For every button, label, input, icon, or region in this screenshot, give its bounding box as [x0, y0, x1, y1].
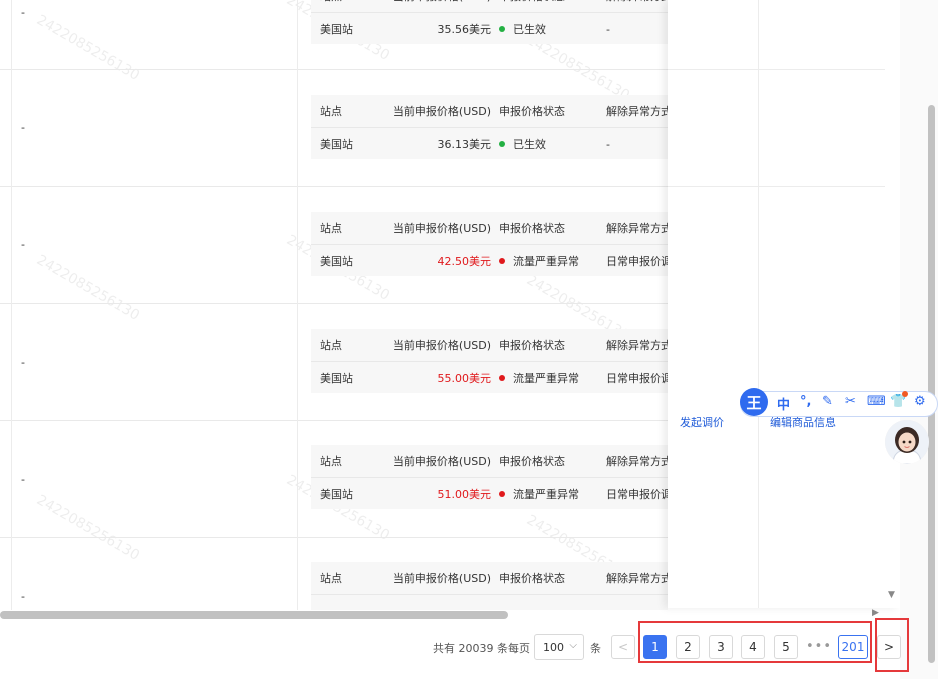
sub-header-status: 申报价格状态 — [499, 339, 565, 352]
ime-punct-icon[interactable]: °, — [800, 394, 811, 409]
sub-header-method: 解除异常方式 — [606, 572, 668, 585]
price-value: 36.13美元 — [437, 138, 492, 151]
ime-logo-icon[interactable]: 王 — [740, 388, 768, 416]
row-divider — [668, 69, 885, 70]
notification-badge — [902, 391, 908, 397]
per-page-label: 每页 — [508, 642, 530, 655]
price-value: 42.50美元 — [437, 255, 492, 268]
empty-cell: - — [21, 473, 25, 486]
sub-header-method: 解除异常方式 — [606, 222, 668, 235]
status-value: 流量严重异常 — [499, 478, 579, 509]
page-size-select[interactable]: 100 ⌵ — [534, 634, 584, 660]
ime-toolbar — [740, 391, 938, 417]
site-value: 美国站 — [320, 23, 353, 36]
sub-header-method: 解除异常方式 — [606, 105, 668, 118]
method-value: - — [606, 137, 610, 151]
unit-label: 条 — [590, 642, 601, 655]
page-size-value: 100 — [543, 641, 564, 654]
vertical-scrollbar-thumb[interactable] — [928, 105, 935, 663]
ime-lang-toggle[interactable]: 中 — [777, 394, 790, 413]
avatar-illustration — [885, 420, 929, 464]
status-value: 已生效 — [499, 128, 546, 159]
sub-header-price: 当前申报价格(USD) — [392, 455, 491, 468]
sub-header-status: 申报价格状态 — [499, 455, 565, 468]
assistant-avatar[interactable] — [885, 420, 929, 464]
method-value: - — [606, 22, 610, 36]
empty-cell: - — [21, 238, 25, 251]
column-divider — [758, 0, 759, 608]
highlight-pages — [638, 621, 872, 663]
method-value: 日常申报价调 — [606, 255, 668, 268]
status-dot — [499, 26, 505, 32]
row-divider — [668, 186, 885, 187]
sub-header-method: 解除异常方式 — [606, 339, 668, 352]
ime-keyboard-icon[interactable]: ⌨ — [867, 394, 886, 409]
sub-header-price: 当前申报价格(USD) — [381, 0, 491, 12]
fixed-actions-column — [668, 0, 900, 608]
price-value: 51.00美元 — [437, 488, 492, 501]
sub-header-status: 申报价格状态 — [499, 572, 565, 585]
total-count: 共有 20039 条 — [433, 642, 508, 655]
sub-header-price: 当前申报价格(USD) — [392, 339, 491, 352]
site-value: 美国站 — [320, 138, 353, 151]
status-value: 流量严重异常 — [499, 362, 579, 393]
method-value: 日常申报价调 — [606, 372, 668, 385]
price-subtable: 站点 当前申报价格(USD) 申报价格状态 解除异常方式 美国站 55.00美元… — [311, 329, 668, 393]
sub-header-site: 站点 — [320, 339, 342, 352]
price-subtable: 站点 当前申报价格(USD) 申报价格状态 解除异常方式 美国站 36.13美元… — [311, 95, 668, 159]
empty-cell: - — [21, 356, 25, 369]
empty-cell: - — [21, 121, 25, 134]
sub-header-status: 申报价格状态 — [499, 222, 565, 235]
sub-header-price: 当前申报价格(USD) — [392, 105, 491, 118]
scroll-right-arrow-icon[interactable]: ▶ — [872, 608, 879, 618]
sub-header-price: 当前申报价格(USD) — [392, 572, 491, 585]
sub-header-site: 站点 — [320, 0, 342, 12]
status-dot — [499, 258, 505, 264]
price-subtable: 站点 当前申报价格(USD) 申报价格状态 解除异常方式 美国站 42.50美元… — [311, 212, 668, 276]
sub-header-site: 站点 — [320, 222, 342, 235]
sub-header-price: 当前申报价格(USD) — [392, 222, 491, 235]
empty-cell: - — [21, 6, 25, 19]
sub-header-status: 申报价格状态 — [499, 0, 565, 12]
adjust-price-link[interactable]: 发起调价 — [680, 414, 724, 430]
empty-cell: - — [21, 590, 25, 603]
price-subtable: 站点 当前申报价格(USD) 申报价格状态 解除异常方式 美国站 51.00美元… — [311, 445, 668, 509]
sub-header-site: 站点 — [320, 572, 342, 585]
site-value: 美国站 — [320, 488, 353, 501]
sub-header-site: 站点 — [320, 455, 342, 468]
sub-header-site: 站点 — [320, 105, 342, 118]
prev-page-button[interactable]: < — [611, 635, 635, 659]
ime-scissors-icon[interactable]: ✂ — [845, 394, 856, 409]
scroll-down-arrow-icon[interactable]: ▼ — [888, 590, 895, 600]
chevron-down-icon: ⌵ — [569, 640, 577, 651]
highlight-next — [875, 618, 909, 672]
ime-settings-icon[interactable]: ⚙ — [914, 394, 926, 409]
sub-header-status: 申报价格状态 — [499, 105, 565, 118]
price-subtable: 站点 当前申报价格(USD) 申报价格状态 解除异常方式 — [311, 562, 668, 610]
status-dot — [499, 375, 505, 381]
ime-pen-icon[interactable]: ✎ — [822, 394, 833, 409]
method-value: 日常申报价调 — [606, 488, 668, 501]
site-value: 美国站 — [320, 372, 353, 385]
site-value: 美国站 — [320, 255, 353, 268]
horizontal-scrollbar-thumb[interactable] — [0, 611, 508, 619]
price-value: 55.00美元 — [437, 372, 492, 385]
status-dot — [499, 141, 505, 147]
status-value: 流量严重异常 — [499, 245, 579, 276]
price-value: 35.56美元 — [437, 23, 492, 36]
status-dot — [499, 491, 505, 497]
sub-header-method: 解除异常方式 — [606, 455, 668, 468]
sub-header-method: 解除异常方式 — [606, 0, 668, 12]
price-subtable: 站点 当前申报价格(USD) 申报价格状态 解除异常方式 美国站 35.56美元… — [311, 0, 668, 44]
status-value: 已生效 — [499, 13, 546, 44]
